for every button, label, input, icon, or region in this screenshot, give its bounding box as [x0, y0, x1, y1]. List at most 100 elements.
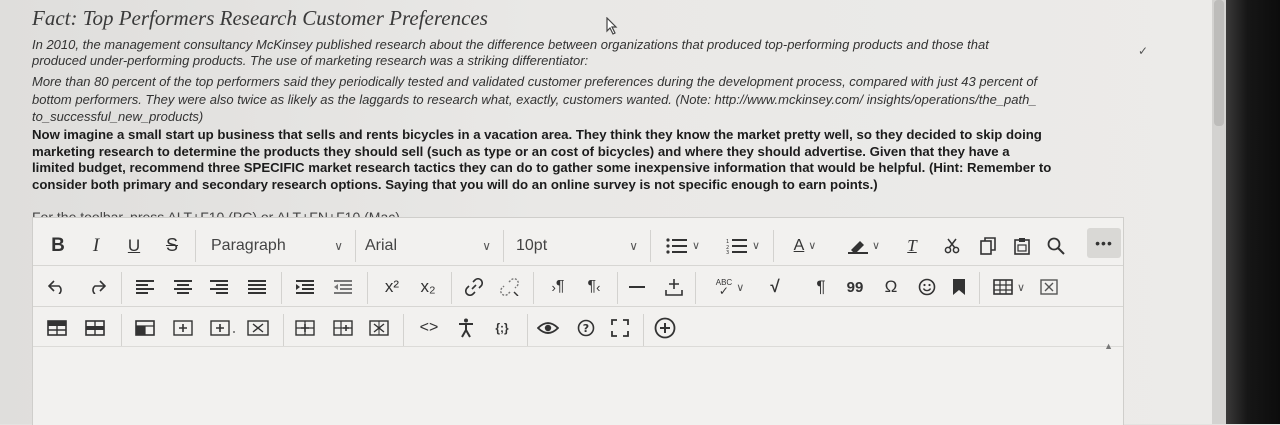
paste-button[interactable] [1009, 226, 1035, 265]
delete-col-button[interactable] [367, 310, 391, 346]
unlink-button[interactable] [497, 268, 523, 306]
toolbar-separator [283, 314, 284, 346]
link-button[interactable] [461, 268, 487, 306]
page-scrollbar[interactable] [1212, 0, 1226, 424]
toolbar-separator [195, 230, 196, 262]
blockquote-button[interactable]: 99 [843, 268, 867, 306]
search-icon [1047, 237, 1065, 255]
align-right-button[interactable] [207, 268, 231, 306]
scissors-icon [944, 238, 960, 253]
block-format-select[interactable]: Paragraph ∨ [211, 226, 343, 265]
insert-anchor-button[interactable] [661, 268, 687, 306]
preview-button[interactable] [535, 310, 561, 346]
paragraph-2-line-1: More than 80 percent of the top performe… [32, 74, 1038, 89]
toolbar-separator [643, 314, 644, 346]
font-family-select[interactable]: Arial ∨ [365, 226, 491, 265]
table-icon [993, 279, 1013, 295]
pilcrow-icon: ¶ [587, 278, 597, 295]
outdent-button[interactable] [331, 268, 355, 306]
block-format-value: Paragraph [211, 236, 286, 254]
emoji-button[interactable] [915, 268, 939, 306]
toolbar-separator [451, 272, 452, 304]
toolbar-separator [281, 272, 282, 304]
ltr-button[interactable]: › ¶ [543, 268, 573, 306]
table-cell-props-button[interactable] [83, 310, 107, 346]
delete-table-button[interactable] [1037, 268, 1061, 306]
add-content-button[interactable] [651, 310, 679, 346]
find-replace-button[interactable] [1043, 226, 1069, 265]
bookmark-button[interactable] [947, 268, 971, 306]
underline-button[interactable]: U [123, 226, 145, 265]
align-center-button[interactable] [171, 268, 195, 306]
font-family-value: Arial [365, 236, 398, 254]
eye-icon [537, 322, 559, 334]
toolbar-row-1: B I U S Paragraph ∨ Arial ∨ 10pt ∨ ∨ 1 2… [33, 226, 1123, 266]
font-size-select[interactable]: 10pt ∨ [516, 226, 638, 265]
mouse-cursor-icon [606, 16, 618, 39]
table-button[interactable]: ∨ [987, 268, 1031, 306]
toolbar-separator [503, 230, 504, 262]
arrow-left-icon: ‹ [596, 279, 601, 295]
copy-icon [980, 236, 996, 255]
redo-button[interactable] [85, 268, 109, 306]
clear-formatting-button[interactable]: T [899, 226, 925, 265]
toolbar-separator [121, 314, 122, 346]
bold-button[interactable]: B [47, 226, 69, 265]
help-button[interactable]: ? [573, 310, 599, 346]
table-row-props-button[interactable] [45, 310, 69, 346]
show-blocks-button[interactable]: ¶ [809, 268, 833, 306]
insert-row-after-button[interactable] [207, 310, 241, 346]
code-sample-button[interactable]: {;} [487, 310, 517, 346]
highlight-color-button[interactable]: ∨ [841, 226, 887, 265]
delete-row-button[interactable] [245, 310, 271, 346]
indent-button[interactable] [293, 268, 317, 306]
toolbar-row-2: x² x₂ › ¶ ¶ ‹ ABC ✓ ∨ √ ¶ 99 Ω ∨ [33, 268, 1123, 307]
toolbar-separator [979, 272, 980, 304]
justify-button[interactable] [245, 268, 269, 306]
insert-col-after-button[interactable] [331, 310, 355, 346]
accessibility-button[interactable] [453, 310, 479, 346]
smiley-icon [918, 278, 936, 296]
screen-bezel [1226, 0, 1280, 424]
chevron-down-icon: ∨ [334, 238, 343, 253]
chevron-down-icon: ∨ [691, 240, 701, 252]
subscript-button[interactable]: x₂ [413, 268, 443, 306]
rich-text-editor[interactable]: B I U S Paragraph ∨ Arial ∨ 10pt ∨ ∨ 1 2… [32, 217, 1124, 425]
plus-circle-icon [654, 317, 676, 339]
fullscreen-icon [611, 319, 629, 337]
align-center-icon [174, 280, 192, 294]
insert-row-before-button[interactable] [171, 310, 195, 346]
horizontal-line-icon [629, 286, 645, 288]
copy-button[interactable] [975, 226, 1001, 265]
source-code-button[interactable]: <> [415, 310, 443, 346]
rtl-button[interactable]: ¶ ‹ [579, 268, 609, 306]
toolbar-separator [650, 230, 651, 262]
insert-col-before-button[interactable] [293, 310, 317, 346]
merge-cells-button[interactable] [133, 310, 157, 346]
undo-icon [48, 280, 62, 294]
insert-row-icon [173, 320, 193, 336]
bullet-list-button[interactable]: ∨ [661, 226, 705, 265]
scrollbar-thumb[interactable] [1214, 0, 1224, 126]
spellcheck-button[interactable]: ABC ✓ ∨ [707, 268, 753, 306]
text-color-button[interactable]: A ∨ [783, 226, 827, 265]
undo-button[interactable] [45, 268, 69, 306]
italic-button[interactable]: I [85, 226, 107, 265]
more-options-button[interactable]: ••• [1087, 228, 1121, 258]
equation-button[interactable]: √ [763, 268, 787, 306]
cut-button[interactable] [939, 226, 965, 265]
toolbar-separator [617, 272, 618, 304]
strikethrough-button[interactable]: S [161, 226, 183, 265]
table-cell-icon [85, 320, 105, 336]
horizontal-line-button[interactable] [625, 268, 649, 306]
toolbar-separator [403, 314, 404, 346]
superscript-button[interactable]: x² [377, 268, 407, 306]
table-row-icon [47, 320, 67, 336]
paragraph-2-line-3: to_successful_new_products) [32, 109, 204, 124]
numbered-list-button[interactable]: 123 ∨ [721, 226, 765, 265]
prompt-line-1: Now imagine a small start up business th… [32, 127, 1042, 142]
align-left-button[interactable] [133, 268, 157, 306]
unlink-icon [500, 278, 519, 296]
fullscreen-button[interactable] [607, 310, 633, 346]
special-character-button[interactable]: Ω [879, 268, 903, 306]
